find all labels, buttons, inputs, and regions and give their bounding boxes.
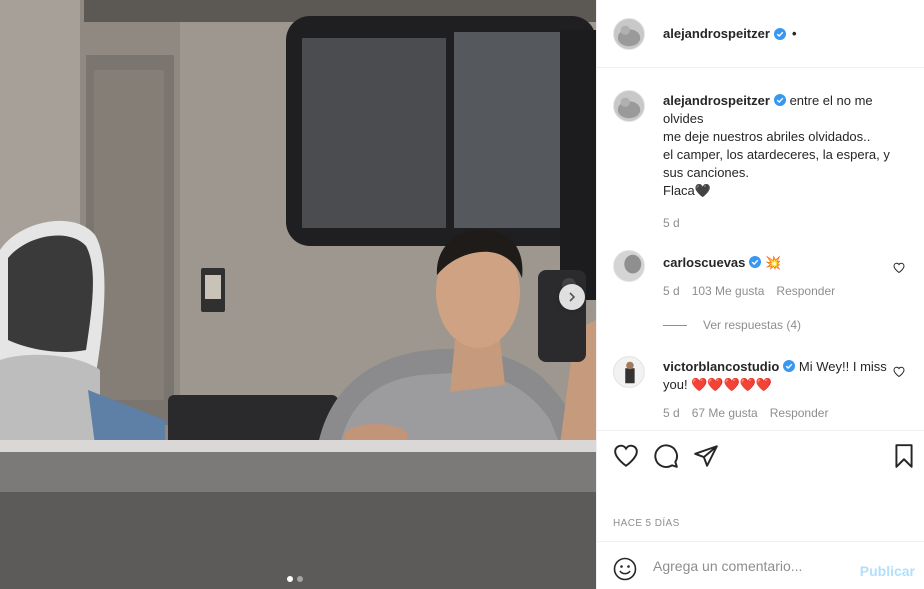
post-header: alejandrospeitzer • xyxy=(597,0,924,68)
comment-like-heart-icon[interactable] xyxy=(893,366,905,378)
caption-username[interactable]: alejandrospeitzer xyxy=(663,93,770,108)
publish-button[interactable]: Publicar xyxy=(860,563,915,579)
avatar[interactable] xyxy=(613,90,645,122)
comments-list: alejandrospeitzer entre el no me olvides… xyxy=(597,68,924,430)
comment-timestamp[interactable]: 5 d xyxy=(663,282,680,300)
caption-timestamp[interactable]: 5 d xyxy=(663,214,680,232)
header-separator: • xyxy=(791,26,797,41)
carousel-next-button[interactable] xyxy=(559,284,585,310)
comment-likes[interactable]: 67 Me gusta xyxy=(692,404,758,422)
comment-username[interactable]: carloscuevas xyxy=(663,255,745,270)
replies-divider xyxy=(663,324,687,326)
view-replies-button[interactable]: Ver respuestas (4) xyxy=(663,318,801,332)
post-photo[interactable] xyxy=(0,0,596,589)
comment-input[interactable] xyxy=(653,556,853,576)
comment-bubble-icon[interactable] xyxy=(653,443,679,469)
post-side-panel: alejandrospeitzer • alejandrospeitzer en… xyxy=(596,0,924,589)
caption-line: Flaca🖤 xyxy=(663,183,711,198)
avatar[interactable] xyxy=(613,250,645,282)
verified-badge-icon xyxy=(783,360,796,372)
instagram-post: alejandrospeitzer • alejandrospeitzer en… xyxy=(0,0,924,589)
smiley-icon[interactable] xyxy=(613,557,637,581)
post-author-username[interactable]: alejandrospeitzer xyxy=(663,26,770,41)
mirror-selfie-photo xyxy=(0,0,596,589)
avatar[interactable] xyxy=(613,17,645,50)
post-date[interactable]: HACE 5 DÍAS xyxy=(613,518,680,529)
verified-badge-icon xyxy=(773,27,786,40)
comment-like-heart-icon[interactable] xyxy=(893,262,905,274)
verified-badge-icon xyxy=(773,94,786,106)
bookmark-icon[interactable] xyxy=(891,443,917,469)
avatar[interactable] xyxy=(613,356,645,388)
carousel-dot-active xyxy=(287,576,293,582)
comment-timestamp[interactable]: 5 d xyxy=(663,404,680,422)
comment-username[interactable]: victorblancostudio xyxy=(663,359,779,374)
caption-line: me deje nuestros abriles olvidados.. xyxy=(663,129,871,144)
post-actions-bar xyxy=(597,430,924,480)
caption-line: el camper, los atardeceres, la espera, y… xyxy=(663,147,890,180)
comment-likes[interactable]: 103 Me gusta xyxy=(692,282,765,300)
heart-icon[interactable] xyxy=(613,443,639,469)
paper-plane-icon[interactable] xyxy=(693,443,719,469)
verified-badge-icon xyxy=(749,256,762,268)
reply-button[interactable]: Responder xyxy=(776,282,835,300)
carousel-indicator xyxy=(287,576,303,582)
carousel-dot xyxy=(297,576,303,582)
comment-composer: Publicar xyxy=(597,541,924,589)
comment-text: 💥 xyxy=(765,255,782,270)
chevron-right-icon xyxy=(569,292,576,302)
reply-button[interactable]: Responder xyxy=(770,404,829,422)
view-replies-label: Ver respuestas (4) xyxy=(703,318,802,332)
